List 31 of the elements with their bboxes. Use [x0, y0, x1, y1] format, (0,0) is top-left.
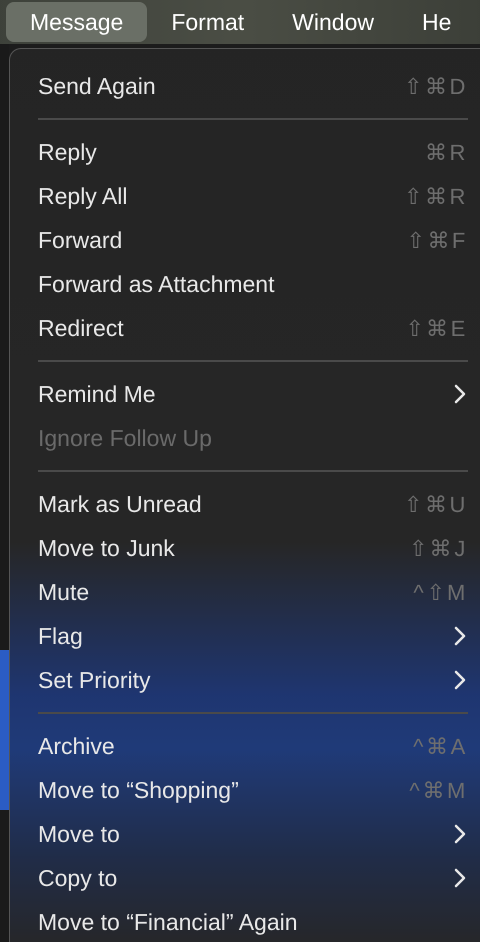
- menu-bar-item[interactable]: Format: [147, 2, 268, 42]
- menu-item[interactable]: Set Priority: [10, 658, 480, 702]
- menu-item[interactable]: Move to “Shopping” ^⌘M: [10, 768, 480, 812]
- shortcut-label: ^⌘M: [409, 776, 468, 804]
- menu-item[interactable]: Remind Me: [10, 372, 480, 416]
- shortcut-label: ⇧⌘E: [405, 314, 468, 342]
- menu-bar-item[interactable]: Message: [6, 2, 148, 42]
- menu-item[interactable]: Move to: [10, 812, 480, 856]
- menu-item[interactable]: Flag: [10, 614, 480, 658]
- menu-item[interactable]: Forward as Attachment: [10, 262, 480, 306]
- menu-item[interactable]: Forward ⇧⌘F: [10, 218, 480, 262]
- menu-item[interactable]: Move to “Financial” Again: [10, 900, 480, 942]
- menu-bar-item[interactable]: He: [398, 2, 476, 42]
- menu-item[interactable]: Send Again ⇧⌘D: [10, 64, 480, 108]
- menu-item[interactable]: Reply ⌘R: [10, 130, 480, 174]
- menu-item[interactable]: Redirect ⇧⌘E: [10, 306, 480, 350]
- shortcut-label: ⇧⌘R: [404, 182, 468, 210]
- shortcut-label: ⇧⌘J: [409, 534, 468, 562]
- shortcut-label: ⇧⌘D: [404, 72, 468, 100]
- shortcut-label: ⇧⌘U: [404, 490, 468, 518]
- menu-item[interactable]: Mark as Unread ⇧⌘U: [10, 482, 480, 526]
- menu-item[interactable]: Move to Junk ⇧⌘J: [10, 526, 480, 570]
- menu-item[interactable]: Reply All ⇧⌘R: [10, 174, 480, 218]
- menu-item[interactable]: Copy to: [10, 856, 480, 900]
- shortcut-label: ⇧⌘F: [406, 226, 468, 254]
- menu-item[interactable]: Archive ^⌘A: [10, 724, 480, 768]
- shortcut-label: ^⇧M: [413, 578, 468, 606]
- shortcut-label: ⌘R: [424, 138, 468, 166]
- shortcut-label: ^⌘A: [413, 732, 468, 760]
- menu-bar-item[interactable]: Window: [268, 2, 398, 42]
- menu-item[interactable]: Mute ^⇧M: [10, 570, 480, 614]
